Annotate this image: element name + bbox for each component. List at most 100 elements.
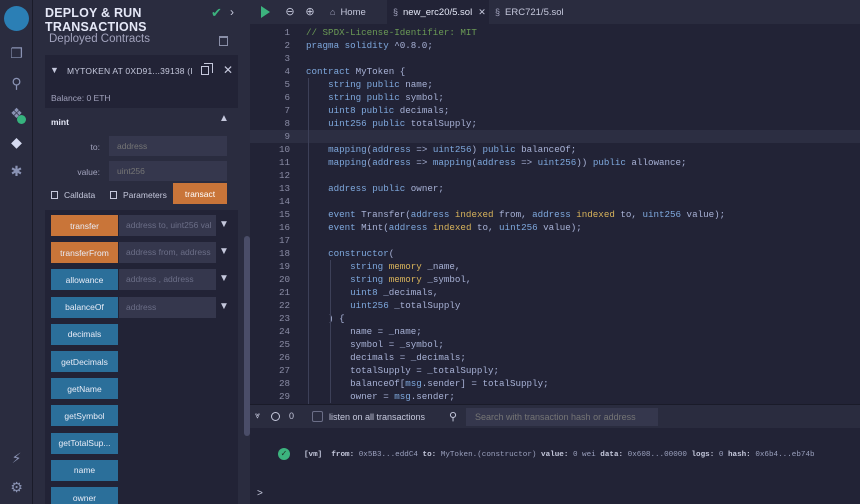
- code-line[interactable]: 16 event Mint(address indexed to, uint25…: [250, 221, 860, 234]
- code-line[interactable]: 26 decimals = _decimals;: [250, 351, 860, 364]
- code-line[interactable]: 9: [250, 130, 860, 143]
- line-text: string public name;: [328, 79, 433, 90]
- remix-logo-icon[interactable]: [4, 6, 29, 31]
- function-args-input[interactable]: address from, address: [119, 242, 216, 264]
- code-line[interactable]: 14: [250, 195, 860, 208]
- clear-console-icon[interactable]: [271, 412, 280, 421]
- function-args-input[interactable]: address: [119, 296, 216, 318]
- function-button[interactable]: getTotalSup...: [51, 432, 118, 454]
- function-args-input[interactable]: address , address: [119, 269, 216, 291]
- code-line[interactable]: 12: [250, 169, 860, 182]
- chevron-down-icon[interactable]: ▼: [219, 273, 229, 284]
- close-icon[interactable]: ✕: [223, 63, 233, 77]
- code-editor[interactable]: 1 // SPDX-License-Identifier: MIT 2 pragma …: [250, 24, 860, 404]
- code-line[interactable]: 25 symbol = _symbol;: [250, 338, 860, 351]
- trash-icon[interactable]: [219, 36, 228, 46]
- deploy-run-icon[interactable]: ◆: [8, 134, 25, 151]
- code-line[interactable]: 5 string public name;: [250, 78, 860, 91]
- code-line[interactable]: 8 uint256 public totalSupply;: [250, 117, 860, 130]
- chevron-down-icon[interactable]: ▼: [50, 65, 59, 75]
- close-tab-icon[interactable]: ✕: [478, 7, 486, 17]
- code-line[interactable]: 24 name = _name;: [250, 325, 860, 338]
- line-number: 25: [278, 339, 290, 350]
- function-button[interactable]: name: [51, 459, 118, 481]
- settings-gear-icon[interactable]: ⚙: [8, 479, 25, 496]
- code-line[interactable]: 13 address public owner;: [250, 182, 860, 195]
- code-line[interactable]: 11 mapping(address => mapping(address =>…: [250, 156, 860, 169]
- function-button[interactable]: getSymbol: [51, 405, 118, 427]
- plugin-manager-icon[interactable]: ⚡: [8, 450, 25, 467]
- tab-new-erc20[interactable]: § new_erc20/5.sol ✕: [387, 0, 489, 24]
- editor-tabbar: ⊖ ⊕ ⌂ Home § new_erc20/5.sol ✕ § ERC721/5.so…: [250, 0, 860, 24]
- code-line[interactable]: 3: [250, 52, 860, 65]
- function-button[interactable]: decimals: [51, 323, 118, 345]
- line-number: 21: [278, 287, 290, 298]
- code-line[interactable]: 7 uint8 public decimals;: [250, 104, 860, 117]
- calldata-label[interactable]: Calldata: [64, 190, 95, 200]
- file-explorer-icon[interactable]: ❐: [8, 45, 25, 62]
- tab-home[interactable]: ⌂ Home: [325, 0, 387, 24]
- copy-calldata-icon[interactable]: [51, 191, 58, 199]
- copy-icon[interactable]: [201, 63, 213, 75]
- chevron-right-icon[interactable]: ›: [230, 5, 234, 19]
- function-args-input[interactable]: address to, uint256 val: [119, 215, 216, 236]
- code-line[interactable]: 15 event Transfer(address indexed from, …: [250, 208, 860, 221]
- line-text: event Transfer(address indexed from, add…: [328, 209, 726, 220]
- code-line[interactable]: 17: [250, 234, 860, 247]
- copy-parameters-icon[interactable]: [109, 191, 117, 199]
- zoom-in-icon[interactable]: ⊕: [303, 5, 317, 19]
- mint-to-input[interactable]: [109, 136, 227, 156]
- function-button[interactable]: transferFrom: [51, 242, 118, 264]
- function-button[interactable]: allowance: [51, 269, 118, 291]
- zoom-out-icon[interactable]: ⊖: [283, 5, 297, 19]
- run-script-icon[interactable]: [261, 6, 270, 18]
- value-label: value:: [77, 167, 100, 177]
- listen-checkbox[interactable]: [312, 411, 323, 422]
- code-line[interactable]: 21 uint8 _decimals,: [250, 286, 860, 299]
- chevron-down-icon[interactable]: ▼: [219, 246, 229, 257]
- code-line[interactable]: 19 string memory _name,: [250, 260, 860, 273]
- code-line[interactable]: 10 mapping(address => uint256) public ba…: [250, 143, 860, 156]
- code-line[interactable]: 29 owner = msg.sender;: [250, 390, 860, 403]
- chevron-down-icon[interactable]: ▼: [219, 219, 229, 230]
- line-number: 16: [278, 222, 290, 233]
- line-text: uint8 public decimals;: [328, 105, 450, 116]
- line-number: 14: [278, 196, 290, 207]
- transaction-search-input[interactable]: [466, 408, 658, 426]
- code-line[interactable]: 23 ) {: [250, 312, 860, 325]
- transact-button[interactable]: transact: [173, 183, 227, 204]
- line-text: name = _name;: [306, 326, 422, 337]
- line-number: 9: [284, 131, 290, 142]
- code-line[interactable]: 27 totalSupply = _totalSupply;: [250, 364, 860, 377]
- chevron-up-icon[interactable]: ▲: [219, 113, 229, 124]
- line-number: 1: [284, 27, 290, 38]
- terminal-prompt[interactable]: >: [257, 488, 263, 499]
- line-number: 17: [278, 235, 290, 246]
- transaction-log[interactable]: ✓ [vm] from: 0x5B3...eddC4 to: MyToken.(c…: [278, 447, 815, 463]
- code-line[interactable]: 2 pragma solidity ^0.8.0;: [250, 39, 860, 52]
- code-line[interactable]: 4 contract MyToken {: [250, 65, 860, 78]
- debugger-icon[interactable]: ✱: [8, 163, 25, 180]
- line-text: contract MyToken {: [306, 66, 406, 77]
- collapse-terminal-icon[interactable]: ⩔: [255, 410, 260, 421]
- code-line[interactable]: 28 balanceOf[msg.sender] = totalSupply;: [250, 377, 860, 390]
- function-button[interactable]: getDecimals: [51, 351, 118, 372]
- line-text: symbol = _symbol;: [306, 339, 444, 350]
- chevron-down-icon[interactable]: ▼: [219, 301, 229, 312]
- parameters-label[interactable]: Parameters: [123, 190, 167, 200]
- function-button[interactable]: getName: [51, 378, 118, 400]
- code-line[interactable]: 6 string public symbol;: [250, 91, 860, 104]
- function-button[interactable]: owner: [51, 487, 118, 504]
- code-line[interactable]: 1 // SPDX-License-Identifier: MIT: [250, 26, 860, 39]
- code-line[interactable]: 22 uint256 _totalSupply: [250, 299, 860, 312]
- tab-erc721[interactable]: § ERC721/5.sol: [489, 0, 579, 24]
- function-button[interactable]: transfer: [51, 215, 118, 236]
- search-icon[interactable]: ⚲: [8, 75, 25, 92]
- function-button[interactable]: balanceOf: [51, 296, 118, 318]
- line-text: mapping(address => uint256) public balan…: [328, 144, 577, 155]
- line-number: 4: [284, 66, 290, 77]
- instance-header[interactable]: ▼ MYTOKEN AT 0XD91...39138 (I ✕: [45, 55, 238, 87]
- code-line[interactable]: 18 constructor(: [250, 247, 860, 260]
- code-line[interactable]: 20 string memory _symbol,: [250, 273, 860, 286]
- mint-value-input[interactable]: [109, 161, 227, 181]
